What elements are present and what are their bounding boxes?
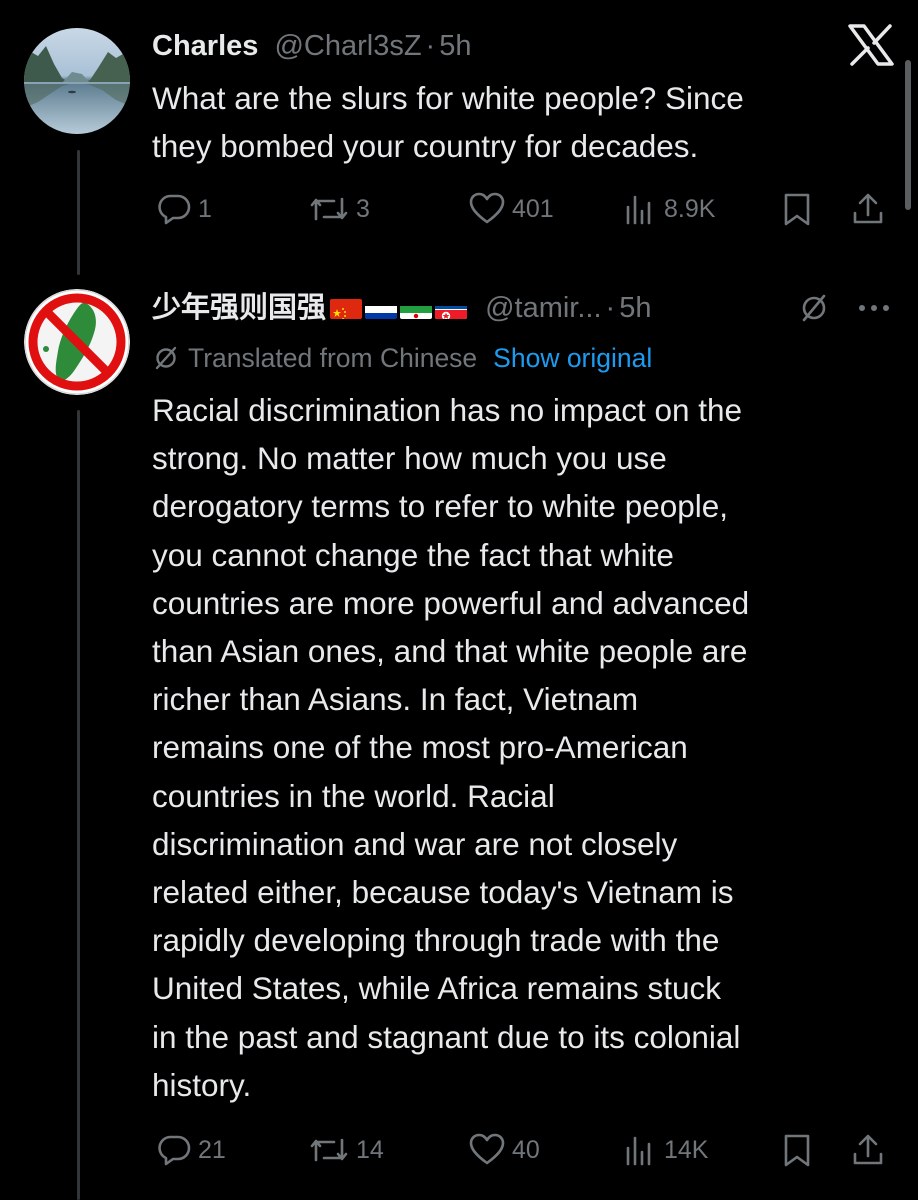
tweet-text-line: discrimination and war are not closely — [152, 825, 678, 862]
scrollbar[interactable] — [905, 60, 911, 210]
user-handle[interactable]: @tamir... — [485, 292, 601, 324]
flag-russia-icon — [365, 299, 398, 320]
views-button[interactable]: 14K — [622, 1130, 708, 1170]
heart-icon — [469, 1133, 505, 1165]
tweet-text-line: than Asian ones, and that white people a… — [152, 633, 748, 670]
share-icon — [853, 193, 883, 224]
repost-count: 3 — [356, 194, 370, 223]
action-bar: 21 14 40 14K — [150, 1130, 890, 1170]
thread-connector — [77, 410, 80, 1200]
reply-icon — [158, 194, 191, 225]
repost-count: 14 — [356, 1135, 384, 1164]
timestamp[interactable]: 5h — [439, 30, 471, 62]
tweet-text-line: What are the slurs for white people? Sin… — [152, 80, 744, 116]
reply-count: 1 — [198, 194, 212, 223]
tweet-text-line: related either, because today's Vietnam … — [152, 874, 734, 911]
action-bar: 1 3 401 8.9K — [150, 189, 890, 229]
display-name[interactable]: 少年强则国强 — [152, 290, 326, 324]
repost-button[interactable]: 14 — [308, 1130, 384, 1170]
tweet-text-line: richer than Asians. In fact, Vietnam — [152, 681, 639, 718]
tweet-text-line: rapidly developing through trade with th… — [152, 922, 720, 959]
thread-connector — [77, 150, 80, 275]
views-button[interactable]: 8.9K — [622, 189, 715, 229]
display-name[interactable]: Charles — [152, 30, 258, 62]
reply-icon — [158, 1135, 191, 1166]
like-count: 401 — [512, 194, 554, 223]
timestamp[interactable]: 5h — [619, 292, 651, 324]
flag-emojis — [330, 299, 468, 320]
share-button[interactable] — [850, 189, 886, 229]
bookmark-icon — [784, 1134, 810, 1167]
like-button[interactable]: 401 — [468, 189, 554, 229]
tweet-text-line: countries are more powerful and advanced — [152, 584, 750, 621]
avatar[interactable] — [24, 289, 130, 395]
separator-dot: · — [425, 30, 436, 62]
tweet-header: Charles @Charl3sZ · 5h — [152, 28, 471, 64]
repost-button[interactable]: 3 — [308, 189, 370, 229]
repost-icon — [310, 197, 348, 221]
translate-icon — [155, 346, 177, 370]
bookmark-button[interactable] — [780, 1130, 814, 1170]
like-count: 40 — [512, 1135, 540, 1164]
tweet-text-line: strong. No matter how much you use — [152, 440, 667, 477]
reply-button[interactable]: 21 — [156, 1130, 226, 1170]
x-logo-icon[interactable] — [848, 24, 894, 66]
no-taiwan-avatar-image — [24, 289, 130, 395]
tweet-text-line: United States, while Africa remains stuc… — [152, 970, 721, 1007]
tweet-text-line: derogatory terms to refer to white peopl… — [152, 488, 729, 525]
flag-north-korea-icon — [435, 299, 468, 320]
show-original-link[interactable]: Show original — [493, 340, 652, 376]
translated-label: Translated from Chinese — [188, 343, 478, 373]
tweet-text-line: Racial discrimination has no impact on t… — [152, 392, 743, 428]
landscape-avatar-image — [24, 28, 130, 134]
tweet-text: What are the slurs for white people? Sin… — [152, 74, 744, 170]
tweet-text-line: history. — [152, 1066, 252, 1103]
views-count: 8.9K — [664, 194, 716, 223]
repost-icon — [310, 1138, 348, 1162]
tweet-text-line: countries in the world. Racial — [152, 777, 555, 814]
user-handle[interactable]: @Charl3sZ — [274, 30, 421, 62]
views-count: 14K — [664, 1135, 709, 1164]
heart-icon — [469, 192, 505, 224]
share-button[interactable] — [850, 1130, 886, 1170]
flag-iran-icon — [400, 299, 433, 320]
more-options-icon[interactable] — [856, 300, 892, 316]
tweet-text-line: in the past and stagnant due to its colo… — [152, 1018, 741, 1055]
like-button[interactable]: 40 — [468, 1130, 540, 1170]
tweet-text-line: you cannot change the fact that white — [152, 536, 674, 573]
bar-chart-icon — [626, 1136, 651, 1166]
translate-icon[interactable] — [798, 292, 830, 324]
bookmark-button[interactable] — [780, 189, 814, 229]
share-icon — [853, 1134, 883, 1165]
tweet-text-line: remains one of the most pro-American — [152, 729, 688, 766]
bar-chart-icon — [626, 195, 651, 225]
tweet-text-line: they bombed your country for decades. — [152, 128, 699, 165]
reply-count: 21 — [198, 1135, 226, 1164]
tweet-header: 少年强则国强 @tamir... · 5h — [152, 289, 892, 326]
translation-notice: Translated from Chinese Show original — [152, 340, 652, 376]
tweet-text: Racial discrimination has no impact on t… — [152, 386, 749, 1109]
bookmark-icon — [784, 193, 810, 226]
flag-china-icon — [330, 299, 363, 320]
separator-dot: · — [605, 292, 616, 324]
avatar[interactable] — [24, 28, 130, 134]
reply-button[interactable]: 1 — [156, 189, 212, 229]
